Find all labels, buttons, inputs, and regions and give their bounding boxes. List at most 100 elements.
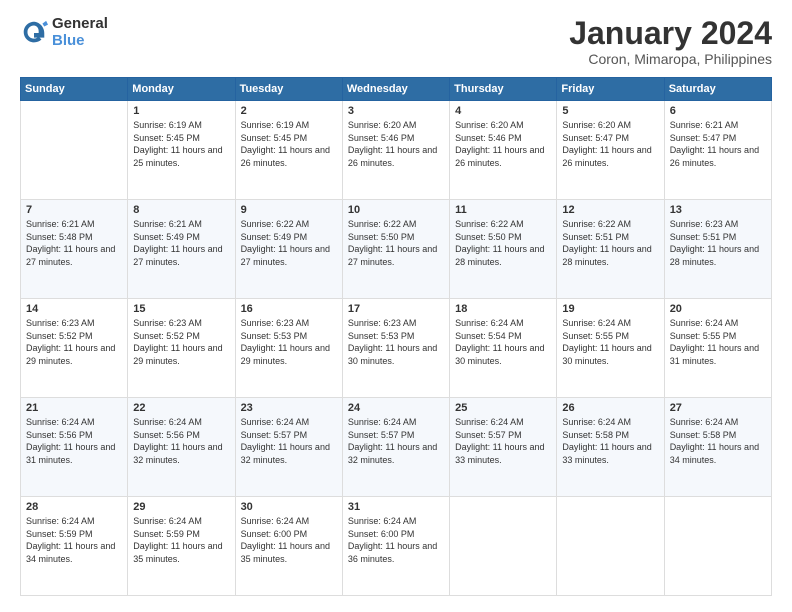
- day-number: 18: [455, 303, 551, 315]
- cell-details: Sunrise: 6:24 AM Sunset: 6:00 PM Dayligh…: [241, 515, 337, 565]
- table-row: 6Sunrise: 6:21 AM Sunset: 5:47 PM Daylig…: [664, 101, 771, 200]
- table-row: 17Sunrise: 6:23 AM Sunset: 5:53 PM Dayli…: [342, 299, 449, 398]
- cell-details: Sunrise: 6:22 AM Sunset: 5:50 PM Dayligh…: [348, 218, 444, 268]
- table-row: 21 Sunrise: 6:24 AM Sunset: 5:56 PM Dayli…: [21, 398, 128, 497]
- day-number: 10: [348, 204, 444, 216]
- header-monday: Monday: [128, 78, 235, 101]
- day-number: 23: [241, 402, 337, 414]
- cell-details: Sunrise: 6:21 AM Sunset: 5:48 PM Dayligh…: [26, 218, 122, 268]
- table-row: 26Sunrise: 6:24 AM Sunset: 5:58 PM Dayli…: [557, 398, 664, 497]
- day-number: 27: [670, 402, 766, 414]
- day-number: 28: [26, 501, 122, 513]
- day-number: 21: [26, 402, 122, 414]
- table-row: 13Sunrise: 6:23 AM Sunset: 5:51 PM Dayli…: [664, 200, 771, 299]
- day-number: 19: [562, 303, 658, 315]
- day-number: 12: [562, 204, 658, 216]
- logo-text: General Blue: [52, 16, 108, 49]
- table-row: [557, 497, 664, 596]
- day-number: 8: [133, 204, 229, 216]
- day-number: 22: [133, 402, 229, 414]
- table-row: 23 Sunrise: 6:24 AM Sunset: 5:57 PM Dayli…: [235, 398, 342, 497]
- day-number: 4: [455, 105, 551, 117]
- cell-details: Sunrise: 6:24 AM Sunset: 5:58 PM Dayligh…: [670, 416, 766, 466]
- cell-details: Sunrise: 6:24 AM Sunset: 5:59 PM Dayligh…: [133, 515, 229, 565]
- header-friday: Friday: [557, 78, 664, 101]
- table-row: 28 Sunrise: 6:24 AM Sunset: 5:59 PM Dayli…: [21, 497, 128, 596]
- title-block: January 2024 Coron, Mimaropa, Philippine…: [569, 16, 772, 67]
- table-row: 11 Sunrise: 6:22 AM Sunset: 5:50 PM Dayli…: [450, 200, 557, 299]
- cell-details: Sunrise: 6:24 AM Sunset: 5:59 PM Dayligh…: [26, 515, 122, 565]
- cell-details: Sunrise: 6:24 AM Sunset: 5:57 PM Dayligh…: [241, 416, 337, 466]
- table-row: 25Sunrise: 6:24 AM Sunset: 5:57 PM Dayli…: [450, 398, 557, 497]
- day-number: 2: [241, 105, 337, 117]
- day-number: 20: [670, 303, 766, 315]
- cell-details: Sunrise: 6:21 AM Sunset: 5:49 PM Dayligh…: [133, 218, 229, 268]
- table-row: 16 Sunrise: 6:23 AM Sunset: 5:53 PM Dayli…: [235, 299, 342, 398]
- header-wednesday: Wednesday: [342, 78, 449, 101]
- day-number: 26: [562, 402, 658, 414]
- cell-details: Sunrise: 6:24 AM Sunset: 5:56 PM Dayligh…: [133, 416, 229, 466]
- day-number: 7: [26, 204, 122, 216]
- day-number: 30: [241, 501, 337, 513]
- table-row: 31Sunrise: 6:24 AM Sunset: 6:00 PM Dayli…: [342, 497, 449, 596]
- day-number: 14: [26, 303, 122, 315]
- day-number: 25: [455, 402, 551, 414]
- title-location: Coron, Mimaropa, Philippines: [569, 51, 772, 67]
- table-row: 14 Sunrise: 6:23 AM Sunset: 5:52 PM Dayli…: [21, 299, 128, 398]
- day-number: 16: [241, 303, 337, 315]
- table-row: 18 Sunrise: 6:24 AM Sunset: 5:54 PM Dayli…: [450, 299, 557, 398]
- day-number: 5: [562, 105, 658, 117]
- cell-details: Sunrise: 6:24 AM Sunset: 5:55 PM Dayligh…: [562, 317, 658, 367]
- header: General Blue January 2024 Coron, Mimarop…: [20, 16, 772, 67]
- table-row: [450, 497, 557, 596]
- cell-details: Sunrise: 6:24 AM Sunset: 5:57 PM Dayligh…: [348, 416, 444, 466]
- day-number: 3: [348, 105, 444, 117]
- cell-details: Sunrise: 6:24 AM Sunset: 6:00 PM Dayligh…: [348, 515, 444, 565]
- table-row: 15 Sunrise: 6:23 AM Sunset: 5:52 PM Dayli…: [128, 299, 235, 398]
- cell-details: Sunrise: 6:20 AM Sunset: 5:46 PM Dayligh…: [348, 119, 444, 169]
- calendar-header-row: Sunday Monday Tuesday Wednesday Thursday…: [21, 78, 772, 101]
- table-row: 22 Sunrise: 6:24 AM Sunset: 5:56 PM Dayli…: [128, 398, 235, 497]
- logo: General Blue: [20, 16, 108, 49]
- day-number: 15: [133, 303, 229, 315]
- week-row-4: 28 Sunrise: 6:24 AM Sunset: 5:59 PM Dayli…: [21, 497, 772, 596]
- logo-blue: Blue: [52, 33, 108, 50]
- week-row-0: 1Sunrise: 6:19 AM Sunset: 5:45 PM Daylig…: [21, 101, 772, 200]
- table-row: 19 Sunrise: 6:24 AM Sunset: 5:55 PM Dayli…: [557, 299, 664, 398]
- cell-details: Sunrise: 6:22 AM Sunset: 5:49 PM Dayligh…: [241, 218, 337, 268]
- table-row: 30 Sunrise: 6:24 AM Sunset: 6:00 PM Dayli…: [235, 497, 342, 596]
- cell-details: Sunrise: 6:23 AM Sunset: 5:53 PM Dayligh…: [348, 317, 444, 367]
- cell-details: Sunrise: 6:20 AM Sunset: 5:47 PM Dayligh…: [562, 119, 658, 169]
- table-row: [21, 101, 128, 200]
- cell-details: Sunrise: 6:22 AM Sunset: 5:51 PM Dayligh…: [562, 218, 658, 268]
- cell-details: Sunrise: 6:22 AM Sunset: 5:50 PM Dayligh…: [455, 218, 551, 268]
- header-saturday: Saturday: [664, 78, 771, 101]
- table-row: 5 Sunrise: 6:20 AM Sunset: 5:47 PM Daylig…: [557, 101, 664, 200]
- header-sunday: Sunday: [21, 78, 128, 101]
- day-number: 29: [133, 501, 229, 513]
- cell-details: Sunrise: 6:23 AM Sunset: 5:52 PM Dayligh…: [133, 317, 229, 367]
- calendar-table: Sunday Monday Tuesday Wednesday Thursday…: [20, 77, 772, 596]
- table-row: 9 Sunrise: 6:22 AM Sunset: 5:49 PM Daylig…: [235, 200, 342, 299]
- day-number: 13: [670, 204, 766, 216]
- page: General Blue January 2024 Coron, Mimarop…: [0, 0, 792, 612]
- day-number: 9: [241, 204, 337, 216]
- table-row: 24Sunrise: 6:24 AM Sunset: 5:57 PM Dayli…: [342, 398, 449, 497]
- day-number: 6: [670, 105, 766, 117]
- table-row: 27 Sunrise: 6:24 AM Sunset: 5:58 PM Dayli…: [664, 398, 771, 497]
- cell-details: Sunrise: 6:23 AM Sunset: 5:52 PM Dayligh…: [26, 317, 122, 367]
- cell-details: Sunrise: 6:23 AM Sunset: 5:53 PM Dayligh…: [241, 317, 337, 367]
- logo-icon: [20, 19, 48, 47]
- week-row-1: 7 Sunrise: 6:21 AM Sunset: 5:48 PM Daylig…: [21, 200, 772, 299]
- table-row: 12 Sunrise: 6:22 AM Sunset: 5:51 PM Dayli…: [557, 200, 664, 299]
- table-row: 1Sunrise: 6:19 AM Sunset: 5:45 PM Daylig…: [128, 101, 235, 200]
- table-row: 2Sunrise: 6:19 AM Sunset: 5:45 PM Daylig…: [235, 101, 342, 200]
- table-row: [664, 497, 771, 596]
- day-number: 11: [455, 204, 551, 216]
- table-row: 3 Sunrise: 6:20 AM Sunset: 5:46 PM Daylig…: [342, 101, 449, 200]
- cell-details: Sunrise: 6:24 AM Sunset: 5:54 PM Dayligh…: [455, 317, 551, 367]
- day-number: 1: [133, 105, 229, 117]
- cell-details: Sunrise: 6:24 AM Sunset: 5:56 PM Dayligh…: [26, 416, 122, 466]
- logo-general: General: [52, 16, 108, 33]
- table-row: 7 Sunrise: 6:21 AM Sunset: 5:48 PM Daylig…: [21, 200, 128, 299]
